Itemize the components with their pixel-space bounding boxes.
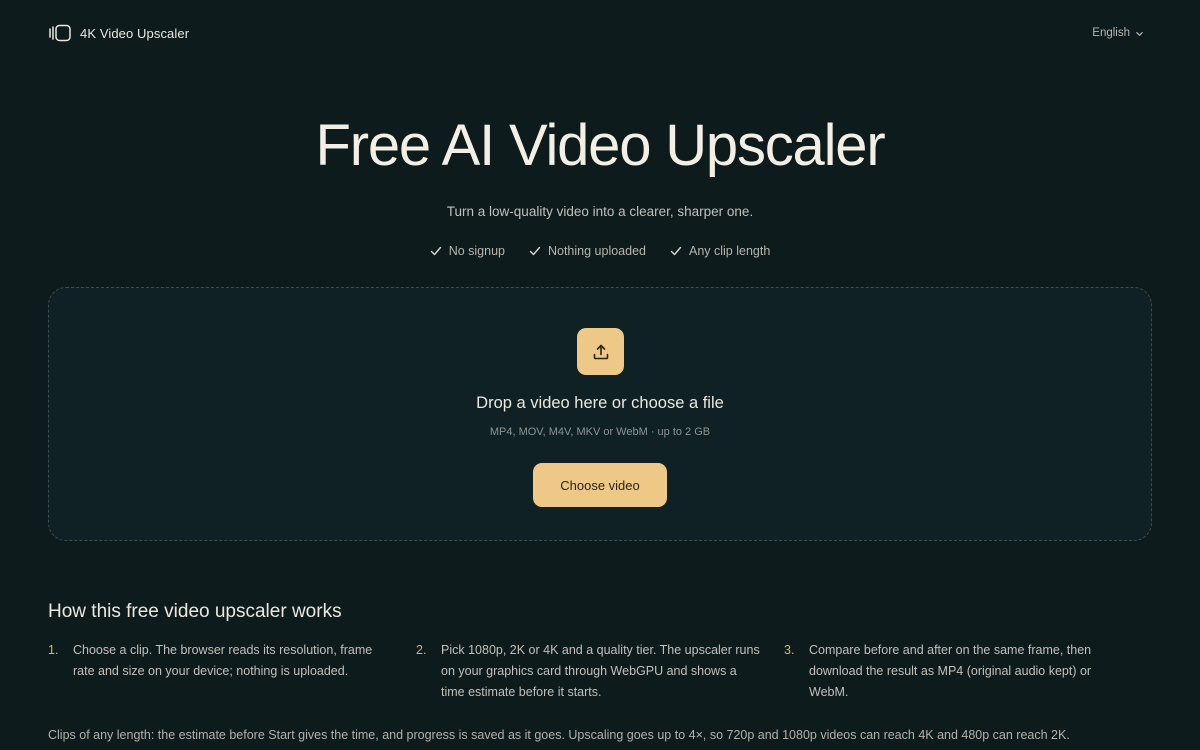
feature-item: Nothing uploaded (529, 244, 646, 258)
upscale-limits-note: Clips of any length: the estimate before… (48, 728, 1070, 742)
choose-video-button[interactable]: Choose video (533, 463, 667, 507)
how-it-works-heading: How this free video upscaler works (48, 601, 342, 622)
feature-label: Nothing uploaded (547, 244, 646, 258)
step-number: 2. (416, 643, 427, 657)
supported-formats-hint: MP4, MOV, M4V, MKV or WebM · up to 2 GB (489, 426, 711, 438)
steps-list: 1. Choose a clip. The browser reads its … (48, 640, 1152, 703)
language-label: English (1092, 27, 1130, 39)
upload-icon (577, 328, 624, 375)
page: 4K Video Upscaler English Free AI Video … (0, 0, 1200, 750)
feature-label: Any clip length (688, 244, 771, 258)
feature-item: Any clip length (670, 244, 770, 258)
brand-link[interactable]: 4K Video Upscaler (48, 23, 189, 43)
step-item: 2. Pick 1080p, 2K or 4K and a quality ti… (416, 640, 784, 703)
feature-item: No signup (430, 244, 505, 258)
step-number: 3. (784, 643, 795, 657)
step-item: 3. Compare before and after on the same … (784, 640, 1152, 703)
step-number: 1. (48, 643, 59, 657)
step-text: Pick 1080p, 2K or 4K and a quality tier.… (441, 643, 760, 699)
page-subtitle: Turn a low-quality video into a clearer,… (446, 204, 754, 219)
brand-name: 4K Video Upscaler (80, 25, 190, 41)
step-text: Compare before and after on the same fra… (809, 643, 1092, 699)
step-text: Choose a clip. The browser reads its res… (73, 643, 373, 678)
chevron-down-icon (1135, 29, 1144, 38)
feature-list: No signup Nothing uploaded Any clip leng… (0, 244, 1200, 258)
check-icon (670, 245, 682, 257)
feature-label: No signup (448, 244, 505, 258)
step-item: 1. Choose a clip. The browser reads its … (48, 640, 416, 703)
language-selector[interactable]: English (1092, 27, 1144, 39)
video-drop-zone[interactable]: Drop a video here or choose a file MP4, … (48, 287, 1152, 541)
header: 4K Video Upscaler English (48, 22, 1144, 44)
check-icon (430, 245, 442, 257)
video-frame-icon (48, 23, 72, 43)
page-title: Free AI Video Upscaler (315, 113, 886, 178)
drop-zone-title: Drop a video here or choose a file (476, 394, 724, 412)
check-icon (529, 245, 541, 257)
